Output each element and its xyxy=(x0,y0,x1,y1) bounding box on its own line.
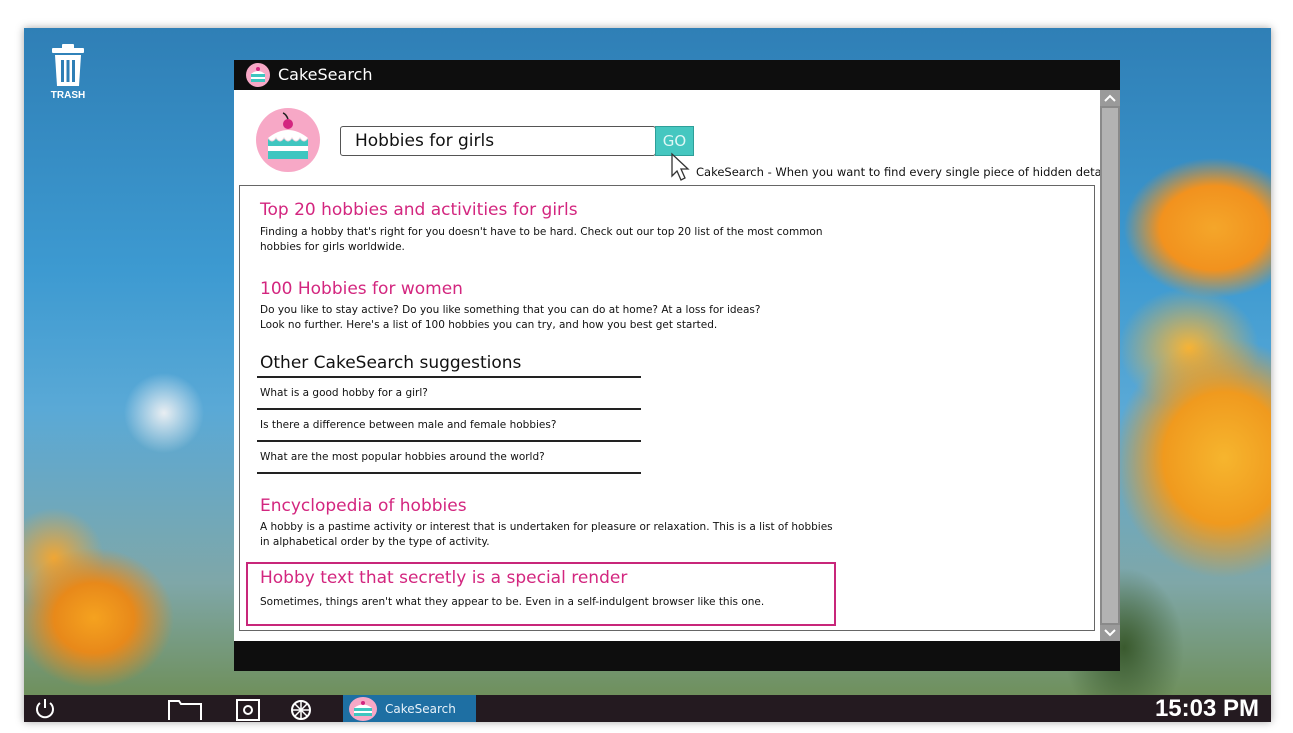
search-input[interactable]: Hobbies for girls xyxy=(340,126,656,156)
result-description: Finding a hobby that's right for you doe… xyxy=(260,226,823,253)
tagline: CakeSearch - When you want to find every… xyxy=(696,165,1112,179)
trash-icon xyxy=(52,44,84,86)
clock: 15:03 PM xyxy=(1154,695,1259,722)
suggestions-list: What is a good hobby for a girl? Is ther… xyxy=(257,376,641,474)
cakesearch-window: CakeSearch Hobbies for girls GO CakeSear… xyxy=(234,60,1120,671)
scroll-up-icon[interactable] xyxy=(1100,90,1120,106)
scroll-thumb[interactable] xyxy=(1102,108,1118,623)
result-title-link[interactable]: Hobby text that secretly is a special re… xyxy=(260,568,627,588)
results-panel: Top 20 hobbies and activities for girls … xyxy=(239,185,1095,631)
result-description: Sometimes, things aren't what they appea… xyxy=(260,596,765,608)
trash-shortcut[interactable]: TRASH xyxy=(44,44,92,101)
browser-content: Hobbies for girls GO CakeSearch - When y… xyxy=(234,90,1112,641)
suggestion-link[interactable]: What are the most popular hobbies around… xyxy=(257,442,641,472)
result-title-link[interactable]: Top 20 hobbies and activities for girls xyxy=(260,200,578,220)
window-bottom-bar xyxy=(234,641,1120,671)
desktop: TRASH CakeSearch Hobbies for girls GO Ca… xyxy=(24,28,1271,722)
vertical-scrollbar[interactable] xyxy=(1100,90,1120,641)
cake-logo xyxy=(256,108,320,172)
divider xyxy=(257,472,641,474)
suggestion-link[interactable]: Is there a difference between male and f… xyxy=(257,410,641,440)
cake-icon xyxy=(246,62,270,87)
result-description: Do you like to stay active? Do you like … xyxy=(260,304,761,331)
suggestions-heading: Other CakeSearch suggestions xyxy=(260,353,522,373)
result-title-link[interactable]: Encyclopedia of hobbies xyxy=(260,496,467,516)
settings-wheel-icon[interactable] xyxy=(288,698,314,722)
taskbar: CakeSearch 15:03 PM xyxy=(24,695,1271,722)
taskbar-app-cakesearch[interactable]: CakeSearch xyxy=(343,695,476,722)
scroll-down-icon[interactable] xyxy=(1100,625,1120,641)
cake-icon xyxy=(349,696,377,721)
suggestion-link[interactable]: What is a good hobby for a girl? xyxy=(257,378,641,408)
trash-label: TRASH xyxy=(50,90,86,101)
result-description: A hobby is a pastime activity or interes… xyxy=(260,521,833,548)
taskbar-app-label: CakeSearch xyxy=(385,701,456,716)
title-bar[interactable]: CakeSearch xyxy=(234,60,1120,89)
folder-icon[interactable] xyxy=(167,698,203,722)
power-icon[interactable] xyxy=(32,698,58,720)
window-title: CakeSearch xyxy=(278,65,373,84)
result-title-link[interactable]: 100 Hobbies for women xyxy=(260,279,463,299)
camera-icon[interactable] xyxy=(235,698,261,722)
mouse-cursor-icon xyxy=(671,152,690,181)
